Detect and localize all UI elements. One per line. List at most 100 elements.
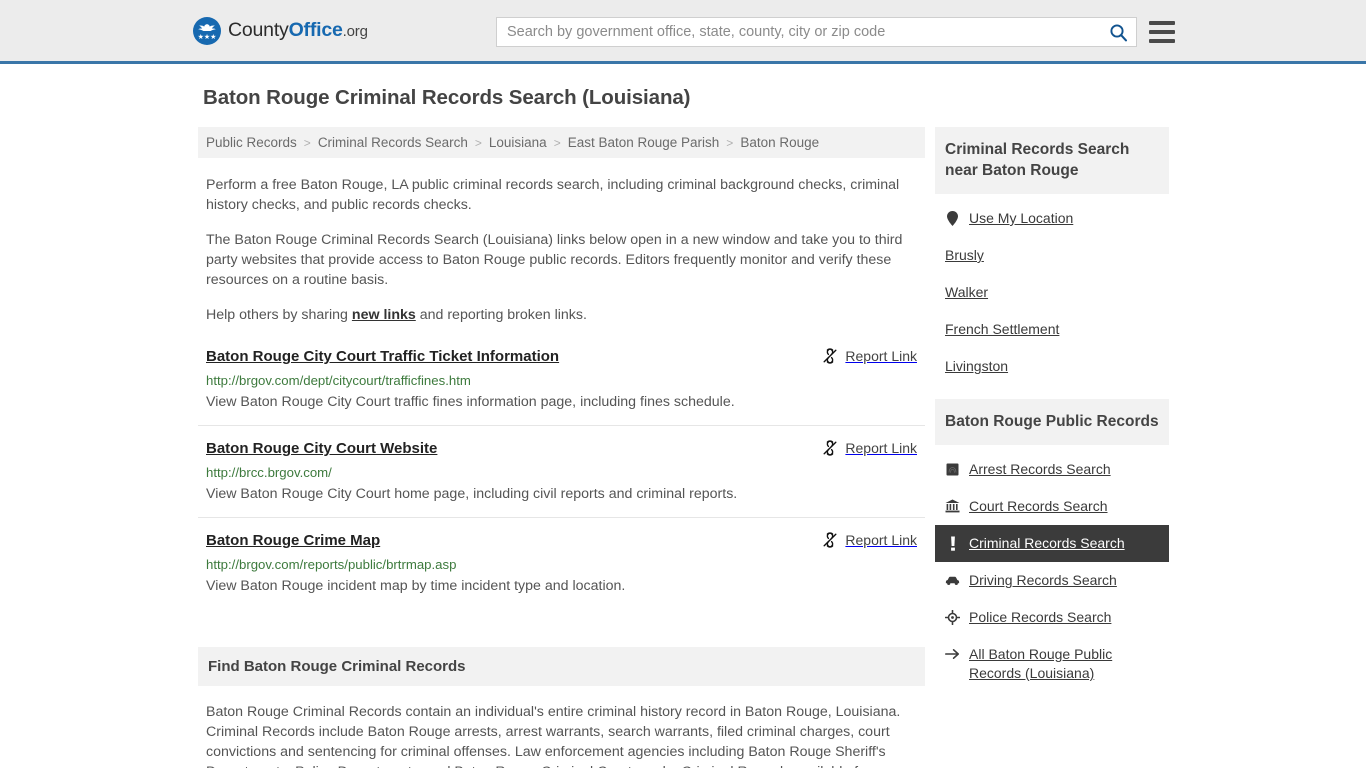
bank-building-icon [945, 497, 960, 515]
sidebar-item-use-my-location[interactable]: Use My Location [935, 200, 1169, 237]
sidebar-item-label: Driving Records Search [969, 572, 1117, 588]
intro-paragraph-3: Help others by sharing new links and rep… [206, 305, 917, 325]
list-item: Baton Rouge City Court Traffic Ticket In… [198, 347, 925, 426]
find-records-heading: Find Baton Rouge Criminal Records [198, 647, 925, 686]
sidebar-nearby-links: Use My Location Brusly Walker French Set… [935, 194, 1169, 385]
eagle-glyph [198, 23, 216, 31]
search-icon [1109, 23, 1127, 41]
share-text-before: Help others by sharing [206, 307, 352, 323]
main-content: Public Records > Criminal Records Search… [198, 127, 925, 768]
search-bar[interactable] [496, 17, 1137, 47]
broken-link-icon [823, 532, 837, 548]
list-item: Baton Rouge City Court Website Report Li… [198, 439, 925, 518]
exclamation-icon [945, 534, 960, 552]
page-body: Baton Rouge Criminal Records Search (Lou… [0, 64, 1366, 768]
sidebar-item-label: Arrest Records Search [969, 461, 1111, 477]
sidebar-panel-public-records: Baton Rouge Public Records Arrest Record… [935, 399, 1169, 692]
sidebar-item-label: All Baton Rouge Public Records (Louisian… [969, 646, 1113, 681]
page-title: Baton Rouge Criminal Records Search (Lou… [203, 86, 691, 109]
arrow-right-icon [945, 645, 960, 663]
result-title-link[interactable]: Baton Rouge Crime Map [206, 531, 380, 551]
breadcrumb-item-east-baton-rouge-parish[interactable]: East Baton Rouge Parish [568, 135, 720, 150]
breadcrumb: Public Records > Criminal Records Search… [198, 127, 925, 158]
police-badge-icon [945, 608, 960, 626]
result-url[interactable]: http://brcc.brgov.com/ [206, 464, 917, 481]
report-link-button[interactable]: Report Link [822, 348, 917, 364]
sidebar-item-brusly[interactable]: Brusly [935, 237, 1169, 274]
sidebar-item-label: Walker [945, 284, 989, 300]
share-text-after: and reporting broken links. [415, 307, 587, 323]
site-header: ★★★ CountyOffice.org [0, 0, 1366, 64]
sidebar-public-records-links: Arrest Records Search Court Records Sear… [935, 445, 1169, 692]
sidebar-item-all-public-records[interactable]: All Baton Rouge Public Records (Louisian… [935, 636, 1169, 692]
link-row: Baton Rouge City Court Traffic Ticket In… [206, 347, 917, 367]
result-url[interactable]: http://brgov.com/reports/public/brtrmap.… [206, 556, 917, 573]
link-row: Baton Rouge City Court Website Report Li… [206, 439, 917, 459]
sidebar-item-label: Court Records Search [969, 498, 1108, 514]
sidebar-item-police-records-search[interactable]: Police Records Search [935, 599, 1169, 636]
result-title-link[interactable]: Baton Rouge City Court Traffic Ticket In… [206, 347, 559, 367]
sidebar-item-french-settlement[interactable]: French Settlement [935, 311, 1169, 348]
hamburger-menu-icon[interactable] [1149, 19, 1177, 45]
result-description: View Baton Rouge incident map by time in… [206, 578, 626, 594]
intro-text: Perform a free Baton Rouge, LA public cr… [198, 175, 925, 325]
breadcrumb-item-louisiana[interactable]: Louisiana [489, 135, 547, 150]
sidebar-item-label: French Settlement [945, 321, 1060, 337]
breadcrumb-item-baton-rouge[interactable]: Baton Rouge [740, 135, 819, 150]
breadcrumb-item-public-records[interactable]: Public Records [206, 135, 297, 150]
report-link-button[interactable]: Report Link [822, 532, 917, 548]
content-columns: Public Records > Criminal Records Search… [198, 127, 1366, 768]
search-button[interactable] [1100, 18, 1136, 46]
brand-office: Office [288, 19, 343, 41]
sidebar-item-label: Use My Location [969, 210, 1074, 226]
intro-paragraph-2: The Baton Rouge Criminal Records Search … [206, 232, 903, 288]
record-links-list: Baton Rouge City Court Traffic Ticket In… [198, 347, 925, 609]
sidebar-item-driving-records-search[interactable]: Driving Records Search [935, 562, 1169, 599]
result-description: View Baton Rouge City Court home page, i… [206, 486, 738, 502]
eagle-seal-icon: ★★★ [193, 16, 221, 45]
menu-bar-1 [1149, 21, 1175, 25]
car-icon [945, 571, 960, 589]
breadcrumb-item-criminal-records-search[interactable]: Criminal Records Search [318, 135, 468, 150]
find-records-body: Baton Rouge Criminal Records contain an … [206, 704, 901, 768]
link-row: Baton Rouge Crime Map Report Link [206, 531, 917, 551]
report-link-label: Report Link [845, 440, 917, 456]
sidebar-item-arrest-records-search[interactable]: Arrest Records Search [935, 451, 1169, 488]
search-input[interactable] [497, 18, 1100, 46]
brand-county: County [228, 19, 289, 41]
list-item: Baton Rouge Crime Map Report Link http:/… [198, 531, 925, 609]
sidebar-item-label: Livingston [945, 358, 1009, 374]
brand-wordmark: CountyOffice.org [228, 19, 368, 42]
broken-link-icon [823, 348, 837, 364]
result-description: View Baton Rouge City Court traffic fine… [206, 394, 735, 410]
sidebar-item-label: Criminal Records Search [969, 535, 1125, 551]
result-title-link[interactable]: Baton Rouge City Court Website [206, 439, 437, 459]
sidebar-item-criminal-records-search[interactable]: Criminal Records Search [935, 525, 1169, 562]
new-links-link[interactable]: new links [352, 307, 416, 323]
sidebar-panel-nearby: Criminal Records Search near Baton Rouge… [935, 127, 1169, 385]
map-pin-icon [945, 209, 960, 227]
breadcrumb-separator: > [553, 135, 561, 150]
breadcrumb-separator: > [303, 135, 311, 150]
sidebar-item-walker[interactable]: Walker [935, 274, 1169, 311]
sidebar-heading-public-records: Baton Rouge Public Records [935, 399, 1169, 445]
broken-link-icon [823, 440, 837, 456]
sidebar-heading-nearby: Criminal Records Search near Baton Rouge [935, 127, 1169, 194]
result-url[interactable]: http://brgov.com/dept/citycourt/trafficf… [206, 372, 917, 389]
report-link-button[interactable]: Report Link [822, 440, 917, 456]
find-records-section: Find Baton Rouge Criminal Records Baton … [198, 647, 925, 768]
site-logo[interactable]: ★★★ CountyOffice.org [193, 16, 368, 45]
fingerprint-icon [945, 460, 960, 478]
report-link-label: Report Link [845, 532, 917, 548]
menu-bar-2 [1149, 30, 1175, 34]
sidebar-item-label: Police Records Search [969, 609, 1112, 625]
sidebar-item-label: Brusly [945, 247, 984, 263]
breadcrumb-separator: > [474, 135, 482, 150]
sidebar: Criminal Records Search near Baton Rouge… [935, 127, 1169, 706]
sidebar-item-court-records-search[interactable]: Court Records Search [935, 488, 1169, 525]
breadcrumb-separator: > [726, 135, 734, 150]
intro-paragraph-1: Perform a free Baton Rouge, LA public cr… [206, 177, 900, 213]
sidebar-item-livingston[interactable]: Livingston [935, 348, 1169, 385]
brand-org: .org [342, 23, 368, 40]
menu-bar-3 [1149, 39, 1175, 43]
